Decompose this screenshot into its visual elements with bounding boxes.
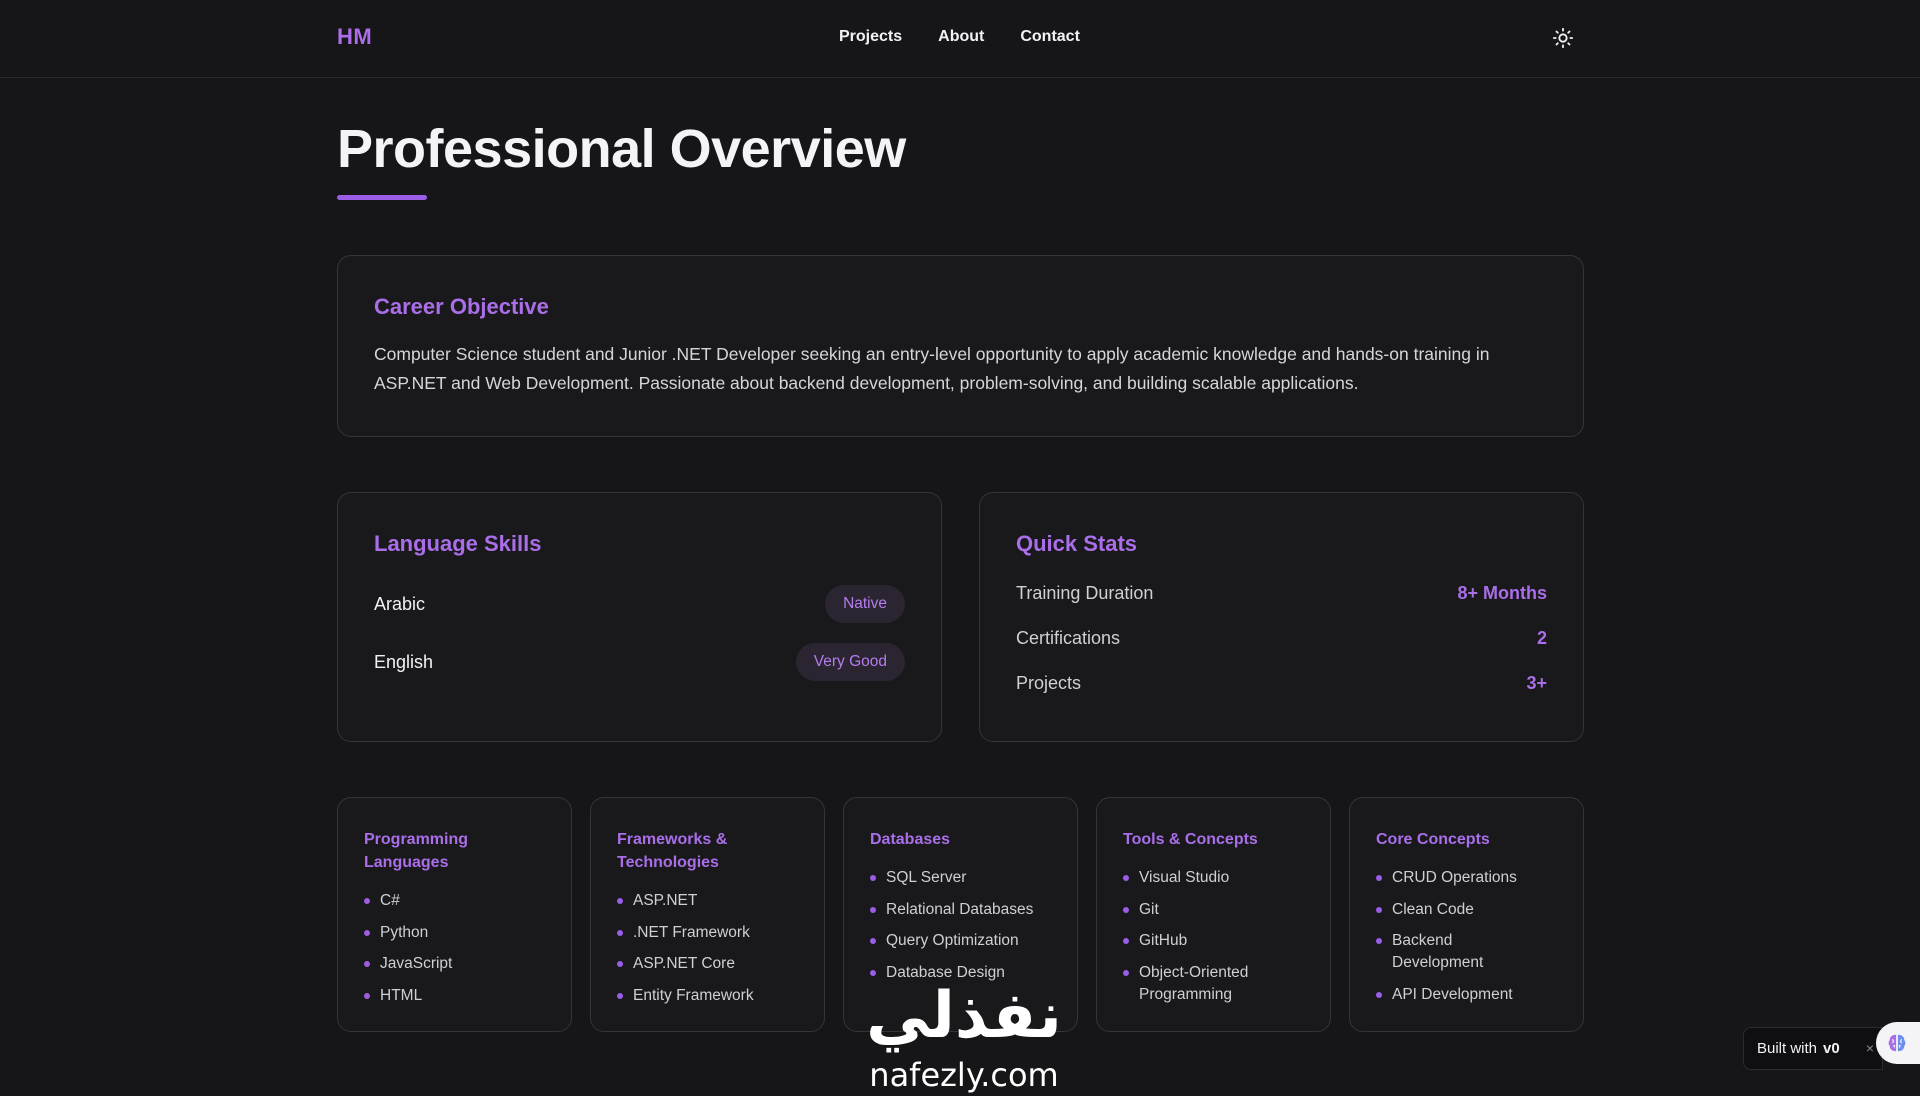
stat-value: 8+ Months xyxy=(1457,583,1547,603)
list-item: SQL Server xyxy=(870,867,1051,889)
skill-list: SQL Server Relational Databases Query Op… xyxy=(870,867,1051,984)
skill-card-title: Tools & Concepts xyxy=(1123,831,1258,848)
stat-label: Projects xyxy=(1016,673,1082,693)
skill-card-title: Frameworks & Technologies xyxy=(617,831,728,871)
nav-link-contact[interactable]: Contact xyxy=(1020,28,1080,46)
skill-card-frameworks: Frameworks & Technologies ASP.NET .NET F… xyxy=(590,797,825,1032)
stat-row-training: Training Duration 8+ Months xyxy=(1016,571,1547,616)
language-name: Arabic xyxy=(374,593,426,614)
skill-list: CRUD Operations Clean Code Backend Devel… xyxy=(1376,867,1557,1006)
language-level-badge: Native xyxy=(825,585,905,623)
top-nav-bar: HM Projects About Contact xyxy=(0,0,1920,78)
list-item: Visual Studio xyxy=(1123,867,1304,889)
quick-stats-card: Quick Stats Training Duration 8+ Months … xyxy=(979,492,1584,742)
language-skills-title: Language Skills xyxy=(374,531,542,556)
career-objective-card: Career Objective Computer Science studen… xyxy=(337,255,1584,437)
list-item: C# xyxy=(364,890,545,912)
stat-value: 3+ xyxy=(1526,673,1547,693)
skill-card-core-concepts: Core Concepts CRUD Operations Clean Code… xyxy=(1349,797,1584,1032)
skill-list: C# Python JavaScript HTML xyxy=(364,890,545,1007)
list-item: Relational Databases xyxy=(870,899,1051,921)
stat-label: Training Duration xyxy=(1016,583,1154,603)
quick-stats-title: Quick Stats xyxy=(1016,531,1138,556)
title-underline xyxy=(337,195,427,200)
assistant-launcher-button[interactable] xyxy=(1876,1022,1920,1064)
list-item: ASP.NET Core xyxy=(617,953,798,975)
main-nav: Projects About Contact xyxy=(839,28,1080,46)
language-row-english: English Very Good xyxy=(374,641,905,683)
list-item: Clean Code xyxy=(1376,899,1557,921)
nav-link-about[interactable]: About xyxy=(938,28,984,46)
list-item: ASP.NET xyxy=(617,890,798,912)
list-item: Python xyxy=(364,922,545,944)
skill-card-title: Core Concepts xyxy=(1376,831,1490,848)
list-item: Query Optimization xyxy=(870,930,1051,952)
list-item: Backend Development xyxy=(1376,930,1496,974)
skill-card-title: Databases xyxy=(870,831,951,848)
stat-value: 2 xyxy=(1536,628,1547,648)
list-item: Git xyxy=(1123,899,1304,921)
nav-link-projects[interactable]: Projects xyxy=(839,28,902,46)
skill-list: Visual Studio Git GitHub Object-Oriented… xyxy=(1123,867,1304,1006)
skill-list: ASP.NET .NET Framework ASP.NET Core Enti… xyxy=(617,890,798,1007)
list-item: GitHub xyxy=(1123,930,1304,952)
v0-logo: v0 xyxy=(1823,1040,1840,1057)
language-level-badge: Very Good xyxy=(795,643,905,681)
watermark-logo: نفذلي nafezly.com xyxy=(848,976,1080,1096)
list-item: JavaScript xyxy=(364,953,545,975)
theme-toggle-button[interactable] xyxy=(1551,26,1575,50)
watermark-arabic-text: نفذلي xyxy=(866,979,1062,1053)
watermark-latin-text: nafezly.com xyxy=(869,1056,1059,1094)
built-with-label: Built with xyxy=(1757,1040,1818,1057)
career-objective-title: Career Objective xyxy=(374,294,549,319)
skill-card-programming-languages: Programming Languages C# Python JavaScri… xyxy=(337,797,572,1032)
sun-icon xyxy=(1552,27,1574,49)
brain-icon xyxy=(1888,1034,1906,1052)
list-item: CRUD Operations xyxy=(1376,867,1557,889)
list-item: .NET Framework xyxy=(617,922,798,944)
site-logo[interactable]: HM xyxy=(337,24,372,50)
language-skills-card: Language Skills Arabic Native English Ve… xyxy=(337,492,942,742)
list-item: HTML xyxy=(364,985,545,1007)
close-icon[interactable]: × xyxy=(1866,1040,1874,1056)
stat-label: Certifications xyxy=(1016,628,1121,648)
language-row-arabic: Arabic Native xyxy=(374,583,905,625)
skill-card-title: Programming Languages xyxy=(364,831,469,871)
built-with-v0-badge[interactable]: Built with v0 × xyxy=(1743,1027,1883,1070)
language-name: English xyxy=(374,651,434,672)
list-item: API Development xyxy=(1376,984,1557,1006)
career-objective-text: Computer Science student and Junior .NET… xyxy=(374,344,1490,393)
page-title: Professional Overview xyxy=(337,119,906,179)
skill-card-tools-concepts: Tools & Concepts Visual Studio Git GitHu… xyxy=(1096,797,1331,1032)
stat-row-certifications: Certifications 2 xyxy=(1016,616,1547,661)
list-item: Object-Oriented Programming xyxy=(1123,962,1263,1006)
stat-row-projects: Projects 3+ xyxy=(1016,661,1547,706)
list-item: Entity Framework xyxy=(617,985,798,1007)
